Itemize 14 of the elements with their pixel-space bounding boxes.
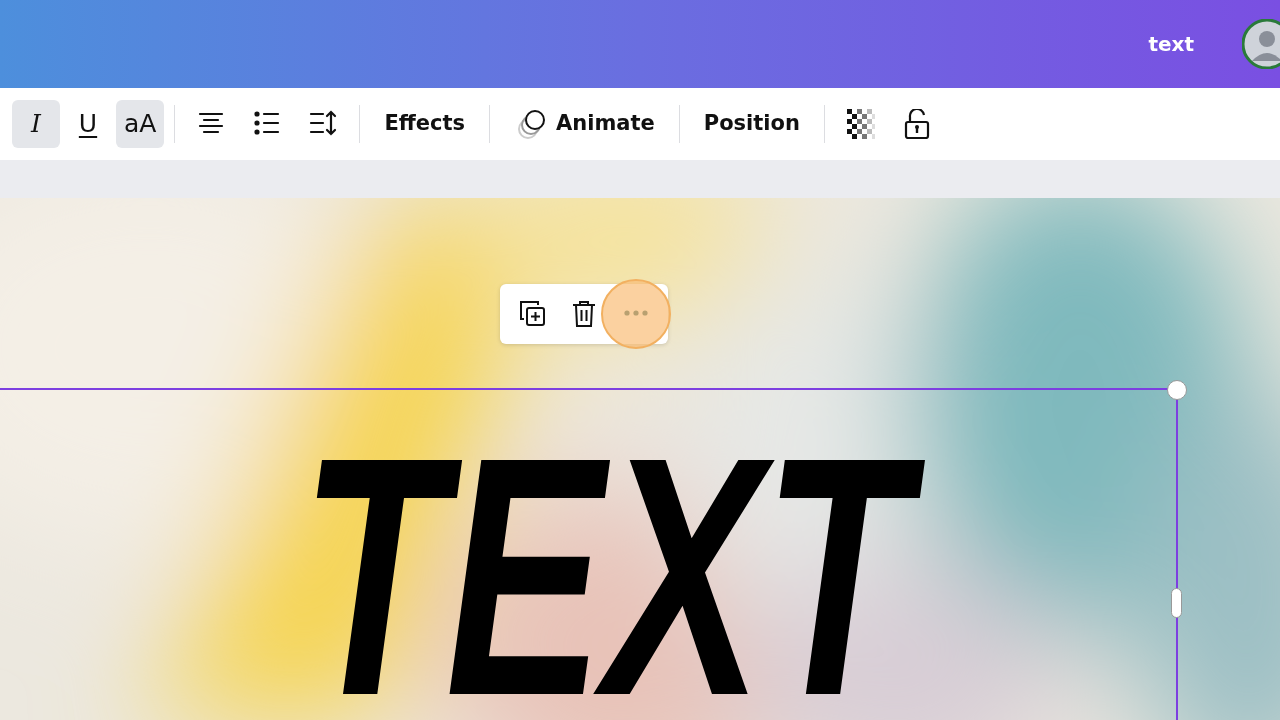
resize-handle[interactable] bbox=[1171, 588, 1182, 618]
duplicate-icon[interactable] bbox=[518, 299, 546, 329]
toolbar-button[interactable]: Position bbox=[689, 100, 814, 148]
unlocked-padlock-icon[interactable] bbox=[903, 109, 930, 139]
underline-button[interactable]: U bbox=[64, 100, 112, 148]
animate-button[interactable]: Animate bbox=[500, 100, 669, 148]
checkerboard-icon[interactable] bbox=[846, 109, 875, 139]
file-title[interactable]: text bbox=[1148, 29, 1194, 59]
letter-case-button[interactable]: aA bbox=[116, 100, 165, 148]
avatar[interactable] bbox=[1242, 19, 1280, 69]
italic-button[interactable]: I bbox=[12, 100, 60, 148]
trash-icon[interactable] bbox=[570, 299, 598, 329]
display-text: TEXT bbox=[300, 440, 937, 712]
toolbar-button[interactable]: Effects bbox=[370, 100, 479, 148]
